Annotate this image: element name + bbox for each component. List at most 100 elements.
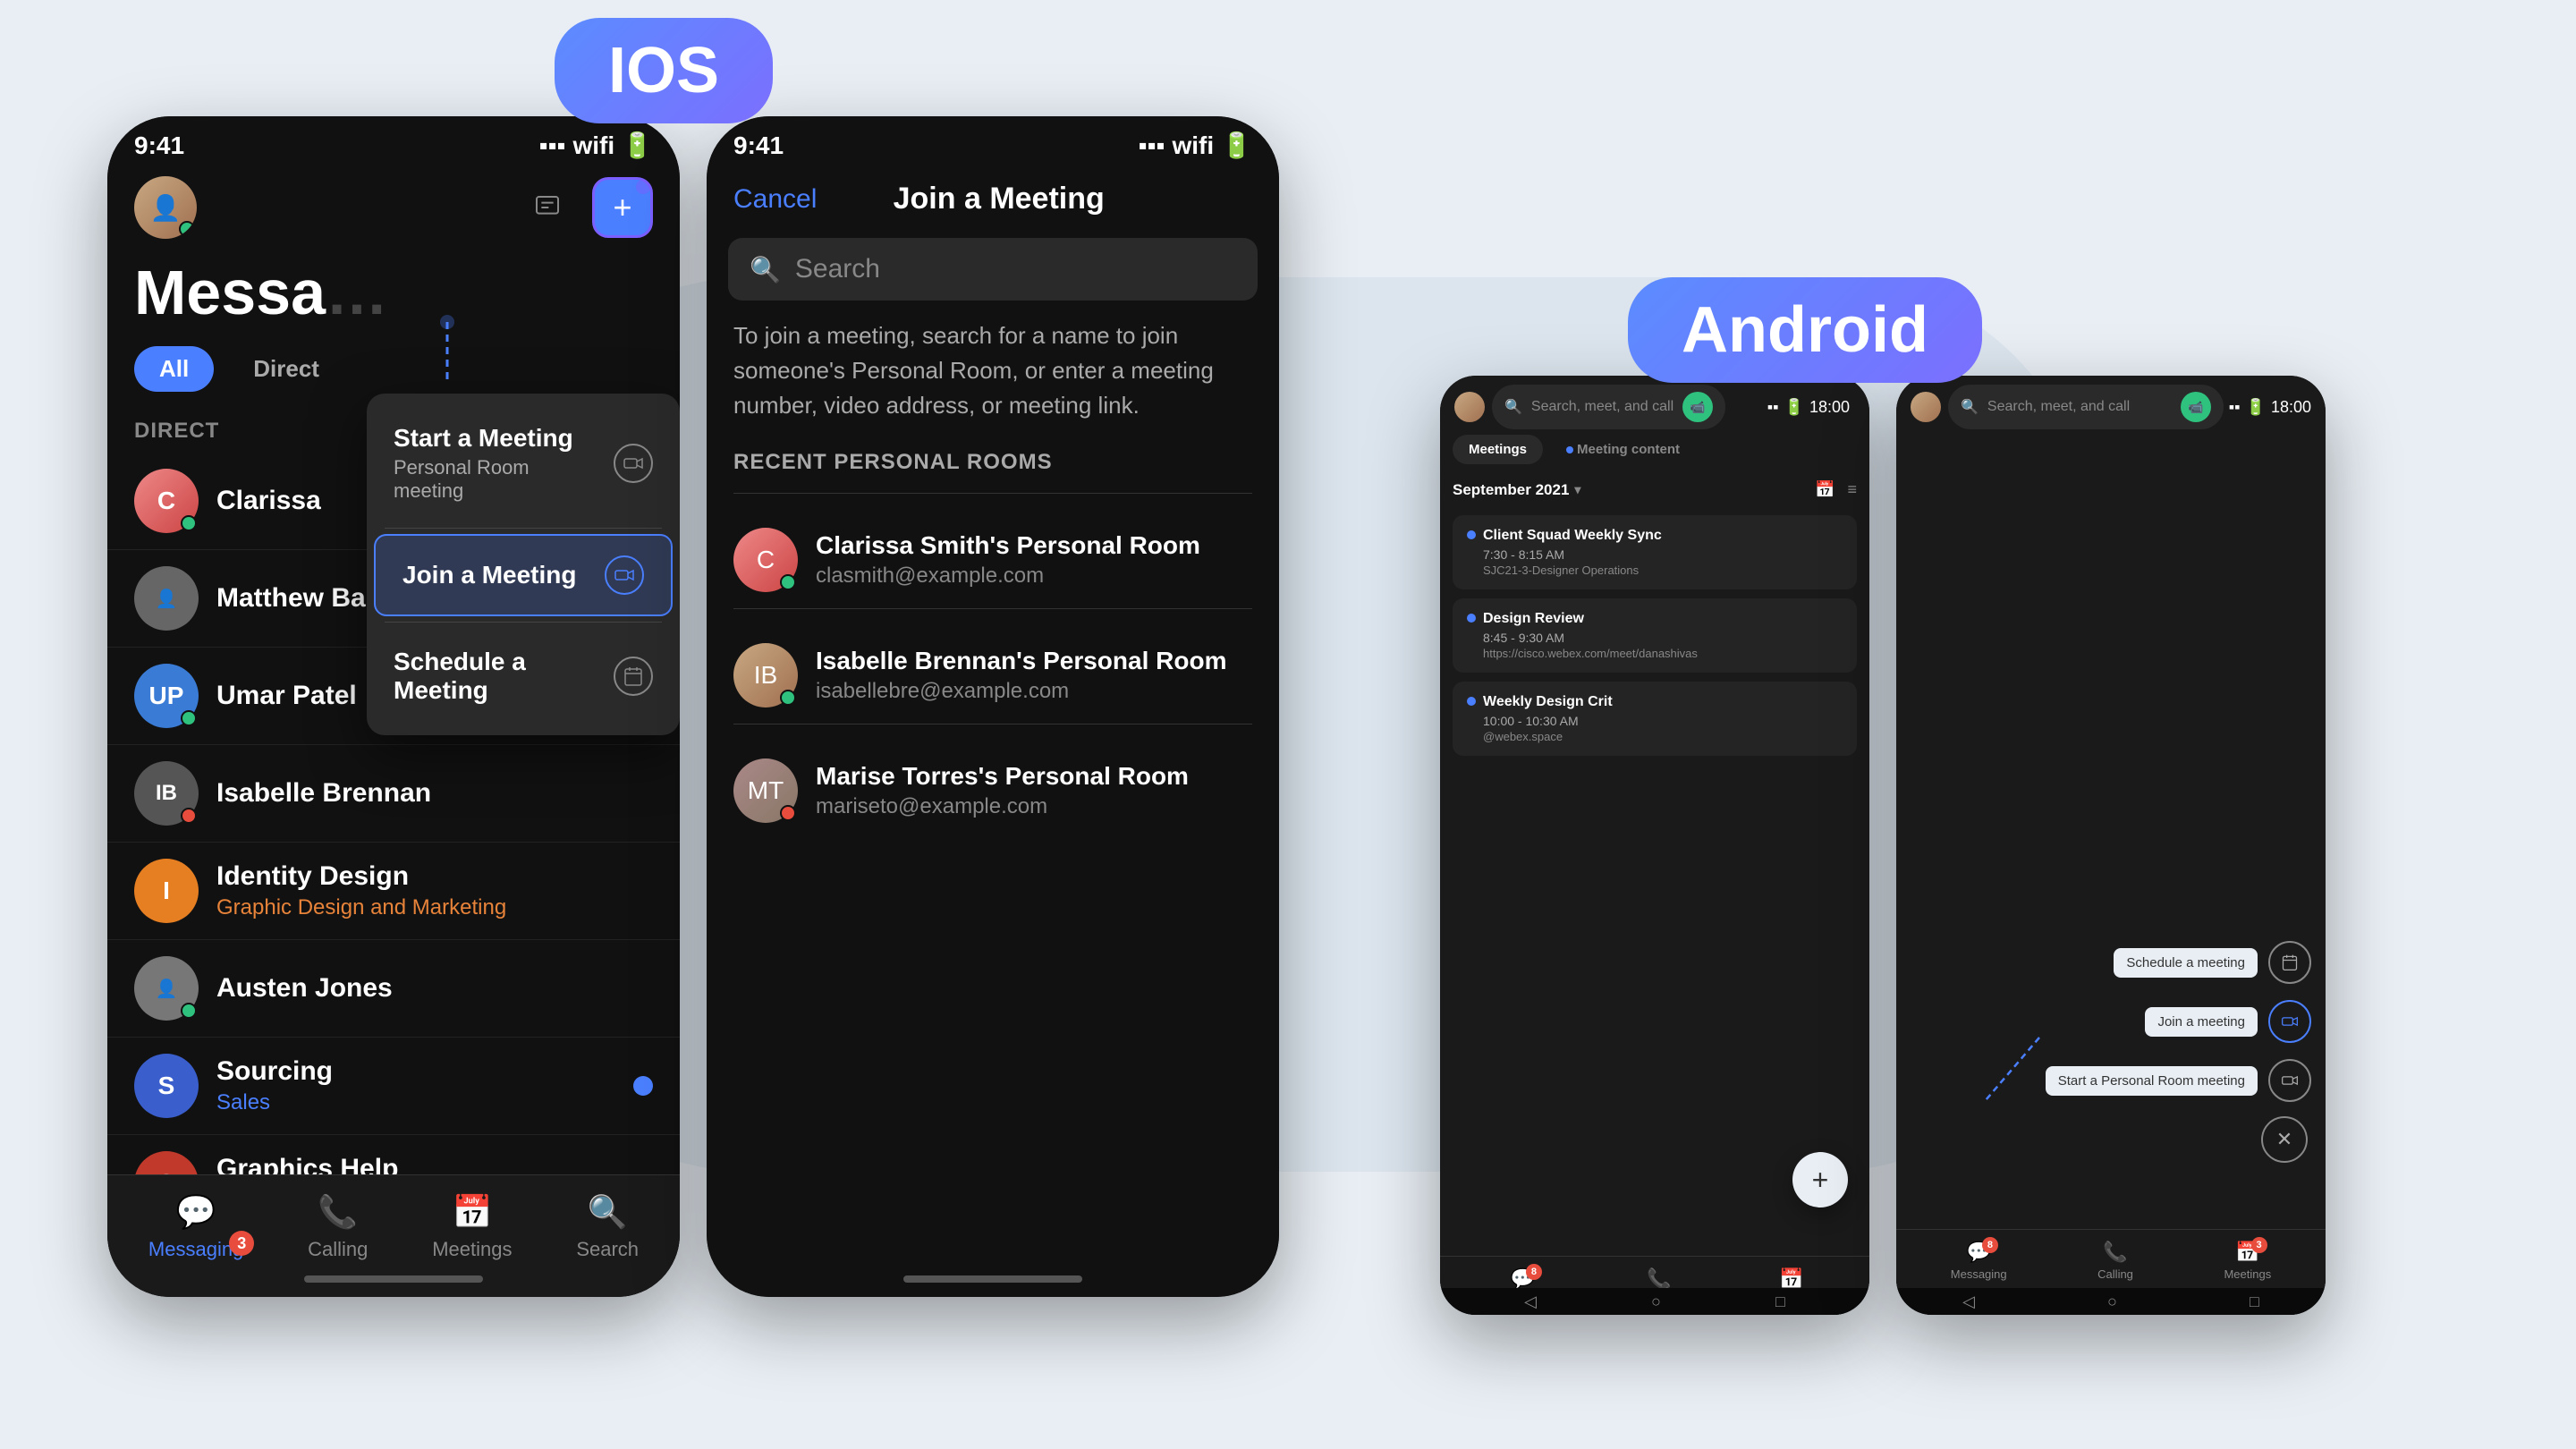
schedule-meeting-text: Schedule a Meeting [394,648,596,705]
calendar-icon[interactable]: 📅 [1815,480,1835,499]
meetings-nav-icon: 📅 [452,1193,492,1231]
menu-schedule[interactable]: Schedule a meeting [2046,941,2311,984]
meeting-item-1[interactable]: Client Squad Weekly Sync 7:30 - 8:15 AM … [1453,515,1857,589]
meeting-dot-1 [1467,530,1476,539]
android-search-bar-3[interactable]: 🔍 Search, meet, and call 📹 [1492,385,1725,429]
phone1-header: 👤 + [107,167,680,257]
nav-calling[interactable]: 📞 Calling [308,1193,368,1261]
time-3: 18:00 [1809,398,1850,417]
join-label: Join a meeting [2145,1007,2258,1037]
list-item[interactable]: I Identity Design Graphic Design and Mar… [107,843,680,940]
personal-room-isabelle[interactable]: IB Isabelle Brennan's Personal Room isab… [707,627,1279,724]
user-avatar-1[interactable]: 👤 [134,176,197,239]
join-meeting-title: Join a Meeting [402,561,587,589]
meeting-item-3[interactable]: Weekly Design Crit 10:00 - 10:30 AM @web… [1453,682,1857,756]
android-search-bar-4[interactable]: 🔍 Search, meet, and call 📹 [1948,385,2224,429]
unread-dot-sourcing [633,1076,653,1096]
cancel-button[interactable]: Cancel [733,184,817,215]
phone3-frame: 🔍 Search, meet, and call 📹 ▪▪ 🔋 18:00 Me… [1440,376,1869,1315]
month-text[interactable]: September 2021 ▾ [1453,481,1580,499]
messaging-nav-icon: 💬 [176,1193,216,1231]
meeting-location-1: SJC21-3-Designer Operations [1467,564,1843,577]
msg-sub-sourcing: Sales [216,1090,615,1115]
pr-email-marise: mariseto@example.com [816,794,1252,819]
back-btn-4[interactable]: ◁ [1962,1292,1975,1311]
android-meetings-label-4: Meetings [2224,1267,2271,1281]
meeting-time-2: 8:45 - 9:30 AM [1467,631,1843,645]
phone2-frame: 9:41 ▪▪▪ wifi 🔋 Cancel Join a Meeting 🔍 … [707,116,1279,1297]
meeting-location-3: @webex.space [1467,730,1843,743]
join-meeting-text: Join a Meeting [402,561,587,589]
meeting-item-2[interactable]: Design Review 8:45 - 9:30 AM https://cis… [1453,598,1857,673]
close-icon[interactable]: ✕ [2261,1116,2308,1163]
personal-room-marise[interactable]: MT Marise Torres's Personal Room mariset… [707,742,1279,839]
android-nav-meetings-4[interactable]: 📅 3 Meetings [2224,1241,2271,1281]
phone4-frame: 🔍 Search, meet, and call 📹 ▪▪ 🔋 18:00 Sc… [1896,376,2326,1315]
meeting-dot-2 [1467,614,1476,623]
recents-btn-4[interactable]: □ [2250,1292,2259,1311]
dropdown-menu: Start a Meeting Personal Room meeting Jo… [367,394,680,735]
personal-room-clarissa[interactable]: C Clarissa Smith's Personal Room clasmit… [707,512,1279,608]
nav-search[interactable]: 🔍 Search [576,1193,639,1261]
msg-info-isabelle: Isabelle Brennan [216,778,653,809]
dropdown-schedule-meeting[interactable]: Schedule a Meeting [367,628,680,724]
pr-name-marise: Marise Torres's Personal Room [816,762,1252,791]
list-icon[interactable]: ≡ [1847,480,1857,499]
phone2-header: Cancel Join a Meeting [707,167,1279,238]
search-nav-label: Search [576,1238,639,1261]
month-selector: September 2021 ▾ 📅 ≡ [1440,473,1869,506]
new-meeting-button[interactable]: + [592,177,653,238]
msg-name-identity: Identity Design [216,861,653,892]
join-icon-btn[interactable] [2268,1000,2311,1043]
filter-tab-all[interactable]: All [134,346,214,392]
close-x-btn-4[interactable]: ✕ [2261,1116,2308,1163]
meeting-name-3: Weekly Design Crit [1483,694,1613,710]
search-bar-2[interactable]: 🔍 Search [728,238,1258,301]
month-icons: 📅 ≡ [1815,480,1857,499]
dropdown-start-meeting[interactable]: Start a Meeting Personal Room meeting [367,404,680,522]
schedule-icon-btn[interactable] [2268,941,2311,984]
pr-info-isabelle: Isabelle Brennan's Personal Room isabell… [816,647,1252,704]
android-bottom-nav-4: 💬 8 Messaging 📞 Calling 📅 3 Meetings [1896,1229,2326,1288]
divider-2 [733,608,1252,609]
menu-join[interactable]: Join a meeting [2046,1000,2311,1043]
home-btn-4[interactable]: ○ [2107,1292,2117,1311]
filter-tab-direct[interactable]: Direct [228,346,344,392]
dropdown-divider-1 [385,528,662,529]
android-nav-calling-4[interactable]: 📞 Calling [2097,1241,2133,1281]
back-btn-3[interactable]: ◁ [1524,1292,1537,1311]
msg-avatar-matthew: 👤 [134,566,199,631]
fab-button-3[interactable]: + [1792,1152,1848,1208]
android-nav-messaging-4[interactable]: 💬 8 Messaging [1951,1241,2007,1281]
tab-meeting-content[interactable]: Meeting content [1550,435,1696,464]
status-icons-1: ▪▪▪ wifi 🔋 [539,131,653,160]
android-sys-nav-4: ◁ ○ □ [1896,1288,2326,1315]
nav-meetings[interactable]: 📅 Meetings [432,1193,512,1261]
android-video-btn-3[interactable]: 📹 [1682,392,1713,422]
msg-name-austen: Austen Jones [216,973,653,1004]
list-item[interactable]: IB Isabelle Brennan [107,745,680,843]
dropdown-join-meeting[interactable]: Join a Meeting [374,534,673,616]
compose-icon[interactable] [521,181,574,234]
android-messaging-badge-4: 8 [1982,1237,1998,1253]
home-btn-3[interactable]: ○ [1651,1292,1661,1311]
battery-icon-3: 🔋 [1784,398,1804,417]
nav-messaging[interactable]: 💬 Messaging 3 [148,1193,243,1261]
msg-avatar-sourcing: S [134,1054,199,1118]
search-icon-2: 🔍 [750,255,781,284]
schedule-label: Schedule a meeting [2114,948,2258,978]
list-item[interactable]: S Sourcing Sales [107,1038,680,1135]
start-meeting-sub: Personal Room meeting [394,456,596,503]
android-video-btn-4[interactable]: 📹 [2181,392,2211,422]
status-bar-4: 🔍 Search, meet, and call 📹 ▪▪ 🔋 18:00 [1896,376,2326,435]
list-item[interactable]: 👤 Austen Jones [107,940,680,1038]
menu-start-personal[interactable]: Start a Personal Room meeting [2046,1059,2311,1102]
join-meeting-title-2: Join a Meeting [894,182,1105,216]
search-input-2: Search [795,254,880,284]
calling-nav-label: Calling [308,1238,368,1261]
tab-meetings[interactable]: Meetings [1453,435,1543,464]
time-4: 18:00 [2271,398,2311,417]
start-personal-icon-btn[interactable] [2268,1059,2311,1102]
recents-btn-3[interactable]: □ [1775,1292,1785,1311]
android-avatar-3 [1454,392,1485,422]
